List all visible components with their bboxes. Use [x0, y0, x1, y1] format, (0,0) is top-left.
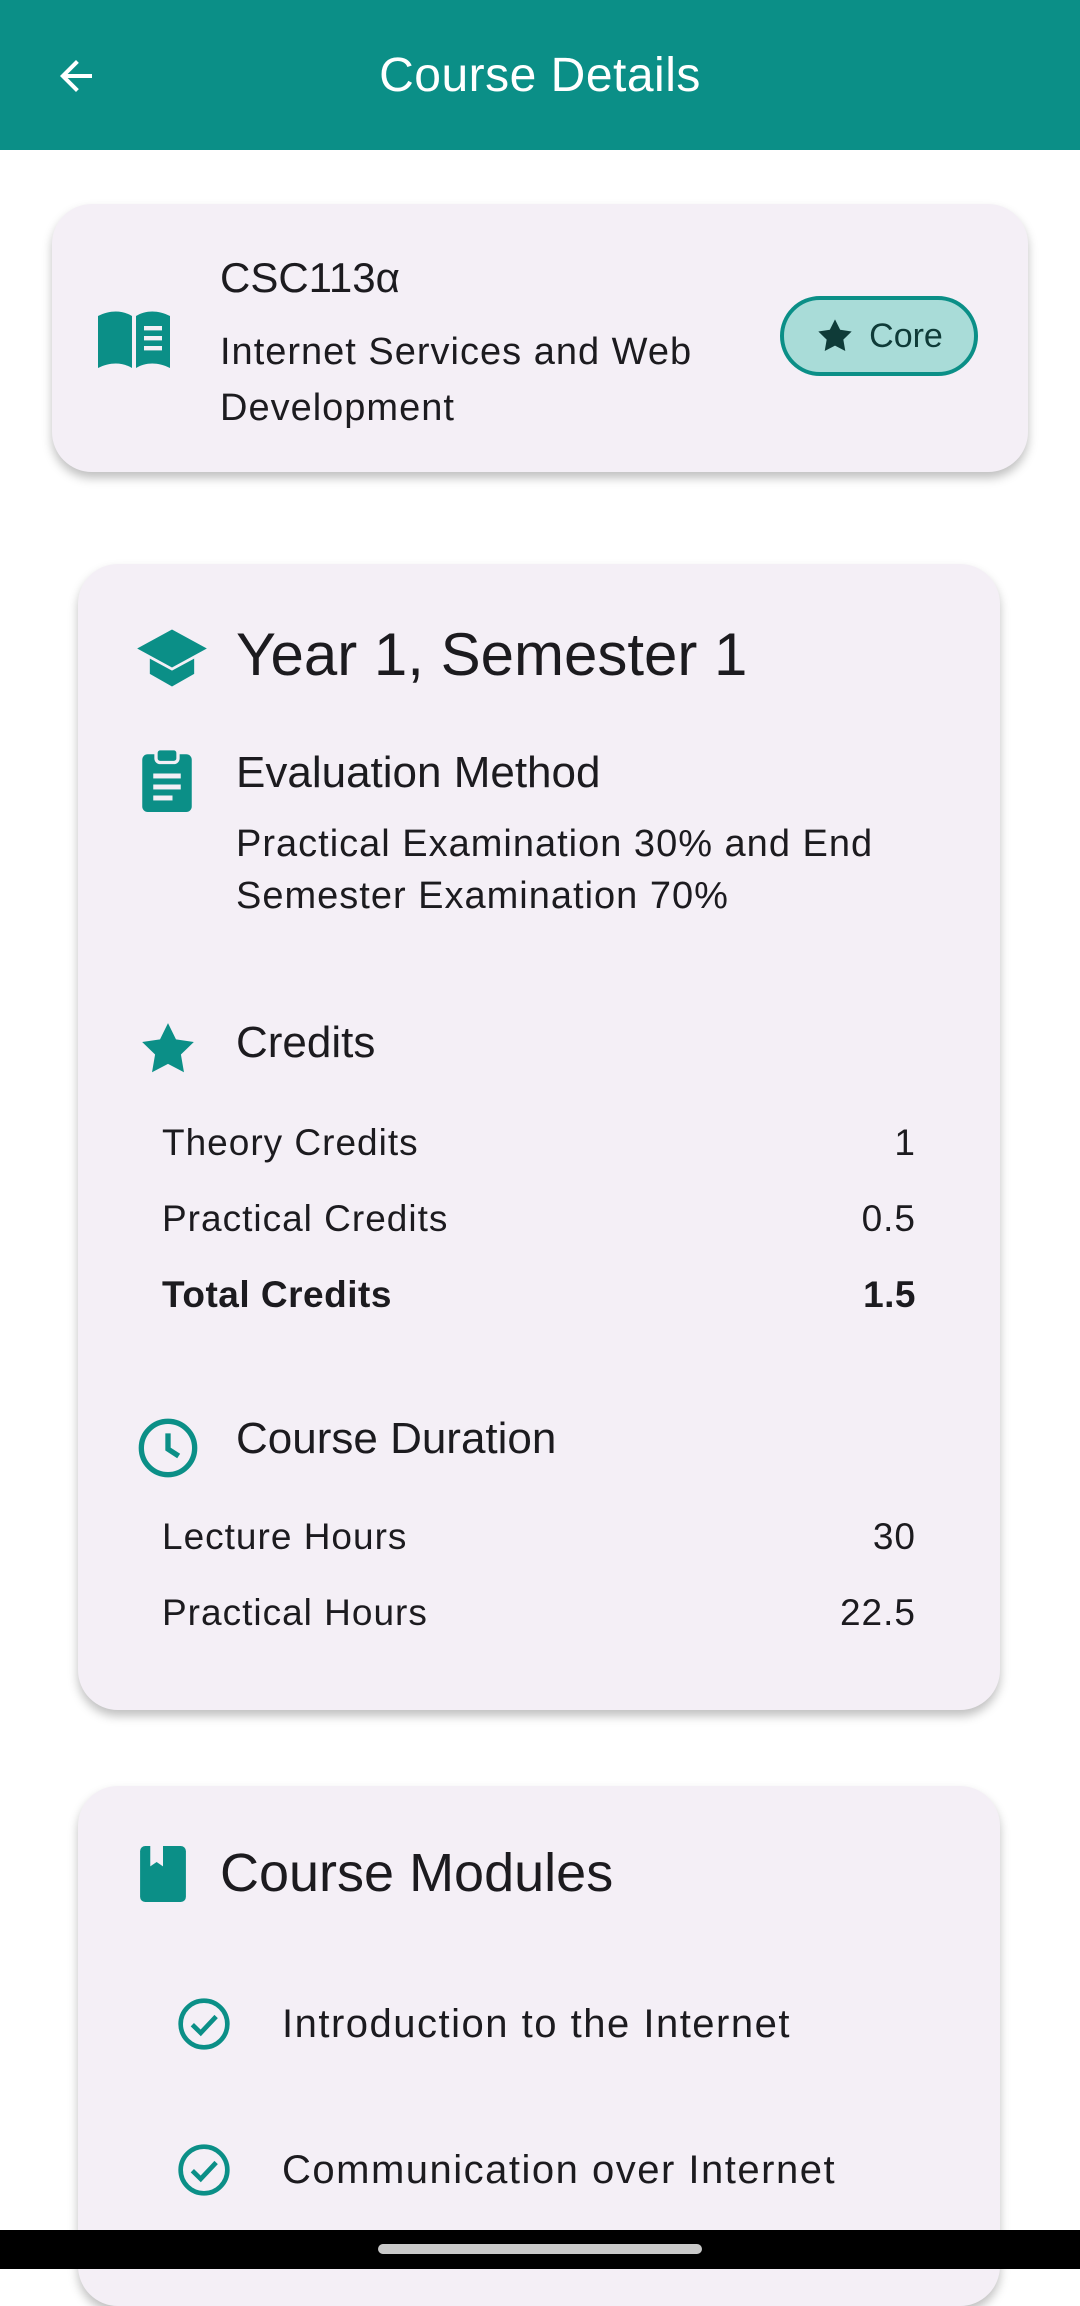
modules-title: Course Modules	[220, 1843, 614, 1903]
credits-title: Credits	[236, 1018, 376, 1067]
total-credit-row: Total Credits 1.5	[162, 1274, 916, 1316]
school-icon	[134, 626, 210, 695]
credit-row: Theory Credits 1	[162, 1122, 916, 1164]
clock-icon	[136, 1416, 200, 1485]
assignment-icon	[138, 746, 196, 817]
credit-label: Practical Credits	[162, 1198, 449, 1239]
module-label: Communication over Internet	[282, 2147, 837, 2192]
credit-value: 1	[894, 1122, 916, 1163]
credit-label: Total Credits	[162, 1274, 392, 1315]
core-badge: Core	[780, 296, 978, 376]
module-item[interactable]: Introduction to the Internet	[176, 1996, 791, 2052]
credit-label: Theory Credits	[162, 1122, 419, 1163]
menu-book-icon	[94, 308, 174, 377]
duration-value: 30	[872, 1516, 916, 1557]
duration-title: Course Duration	[236, 1414, 557, 1463]
evaluation-text: Practical Examination 30% and End Semest…	[236, 823, 874, 917]
course-info-card: Year 1, Semester 1 Evaluation Method Pra…	[78, 564, 1000, 1710]
credit-value: 0.5	[861, 1198, 916, 1239]
course-code: CSC113α	[220, 254, 400, 301]
semester-title: Year 1, Semester 1	[236, 621, 748, 688]
system-nav-bar	[0, 2230, 1080, 2269]
book-icon	[140, 1846, 186, 1907]
core-badge-label: Core	[869, 316, 943, 355]
duration-row: Practical Hours 22.5	[162, 1592, 916, 1634]
home-gesture-handle[interactable]	[378, 2244, 702, 2254]
duration-row: Lecture Hours 30	[162, 1516, 916, 1558]
module-label: Introduction to the Internet	[282, 2001, 791, 2046]
course-header-card: CSC113α Internet Services and Web Develo…	[52, 204, 1028, 472]
module-item[interactable]: Communication over Internet	[176, 2142, 836, 2198]
app-bar: Course Details	[0, 0, 1080, 150]
course-modules-card: Course Modules Introduction to the Inter…	[78, 1786, 1000, 2306]
check-circle-icon	[178, 2144, 230, 2196]
star-icon	[136, 1018, 200, 1085]
course-name: Internet Services and Web Development	[220, 331, 693, 429]
credit-row: Practical Credits 0.5	[162, 1198, 916, 1240]
duration-value: 22.5	[839, 1592, 916, 1633]
evaluation-title: Evaluation Method	[236, 748, 601, 797]
page-title: Course Details	[379, 49, 701, 102]
check-circle-icon	[178, 1998, 230, 2050]
star-icon	[818, 319, 852, 352]
duration-label: Lecture Hours	[162, 1516, 408, 1557]
duration-label: Practical Hours	[162, 1592, 428, 1633]
credit-value: 1.5	[863, 1274, 916, 1315]
